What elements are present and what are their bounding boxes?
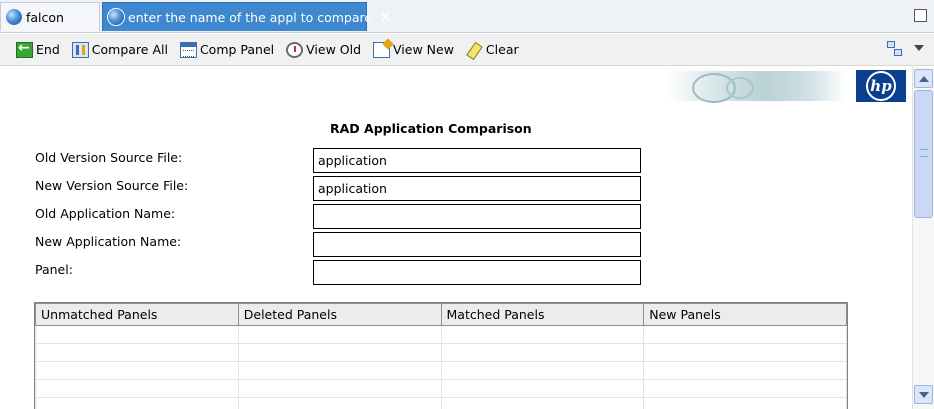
toolbar: End Compare All Comp Panel View Old View… [0, 34, 934, 66]
new-source-input[interactable] [313, 176, 641, 201]
end-button[interactable]: End [16, 39, 60, 61]
scroll-up-button[interactable] [914, 69, 933, 88]
main-content: hp RAD Application Comparison Old Versio… [0, 67, 912, 409]
banner-image [666, 71, 846, 103]
comp-panel-button[interactable]: Comp Panel [179, 39, 275, 61]
view-old-label: View Old [306, 42, 362, 57]
view-old-button[interactable]: View Old [286, 39, 361, 61]
panel-input[interactable] [313, 260, 641, 285]
new-app-name-input[interactable] [313, 232, 641, 257]
scroll-down-button[interactable] [914, 385, 933, 404]
comp-panel-label: Comp Panel [199, 42, 275, 57]
toolbar-right-controls [886, 40, 924, 56]
view-new-label: View New [393, 42, 454, 57]
vertical-scrollbar[interactable] [912, 67, 934, 409]
view-new-button[interactable]: View New [373, 39, 454, 61]
old-app-name-label: Old Application Name: [35, 206, 176, 221]
eraser-icon [466, 42, 483, 58]
outline-tree-icon[interactable] [886, 40, 902, 56]
table-header-row: Unmatched Panels Deleted Panels Matched … [35, 303, 847, 326]
chevron-down-icon[interactable] [914, 45, 924, 51]
table-row[interactable] [35, 361, 847, 380]
editor-tab-strip: falcon enter the name of the appl to com… [0, 0, 934, 33]
table-row[interactable] [35, 325, 847, 344]
column-header-deleted[interactable]: Deleted Panels [237, 303, 442, 326]
clear-label: Clear [485, 42, 519, 57]
end-button-label: End [36, 42, 60, 57]
hp-logo-mark: hp [866, 71, 896, 101]
panels-table: Unmatched Panels Deleted Panels Matched … [35, 303, 847, 409]
chevron-down-icon [918, 391, 929, 398]
chevron-up-icon [918, 75, 929, 82]
tab-compare[interactable]: enter the name of the appl to compare ✕ [102, 2, 392, 31]
column-header-unmatched[interactable]: Unmatched Panels [35, 303, 239, 326]
panel-label: Panel: [35, 262, 73, 277]
clock-icon [286, 41, 304, 58]
tab-compare-label: enter the name of the appl to compare [128, 9, 373, 25]
maximize-icon[interactable] [914, 9, 927, 22]
table-row[interactable] [35, 379, 847, 398]
new-source-label: New Version Source File: [35, 178, 189, 193]
new-app-name-label: New Application Name: [35, 234, 182, 249]
tab-falcon[interactable]: falcon [0, 2, 100, 31]
table-row[interactable] [35, 343, 847, 362]
old-source-label: Old Version Source File: [35, 150, 183, 165]
old-source-input[interactable] [313, 148, 641, 173]
close-icon[interactable]: ✕ [379, 9, 392, 25]
new-document-icon [373, 41, 391, 58]
back-arrow-icon [16, 40, 33, 58]
scroll-thumb[interactable] [914, 90, 933, 218]
column-header-new[interactable]: New Panels [643, 303, 847, 326]
panel-icon [179, 41, 197, 58]
old-app-name-input[interactable] [313, 204, 641, 229]
page-title: RAD Application Comparison [330, 121, 532, 136]
globe-icon [6, 9, 22, 25]
globe-icon [108, 9, 124, 25]
hp-logo: hp [856, 70, 906, 102]
compare-all-label: Compare All [91, 42, 168, 57]
tab-falcon-label: falcon [26, 9, 64, 25]
compare-all-button[interactable]: Compare All [71, 39, 168, 61]
column-header-matched[interactable]: Matched Panels [440, 303, 645, 326]
compare-icon [71, 41, 89, 58]
table-row[interactable] [35, 397, 847, 409]
clear-button[interactable]: Clear [466, 39, 519, 61]
